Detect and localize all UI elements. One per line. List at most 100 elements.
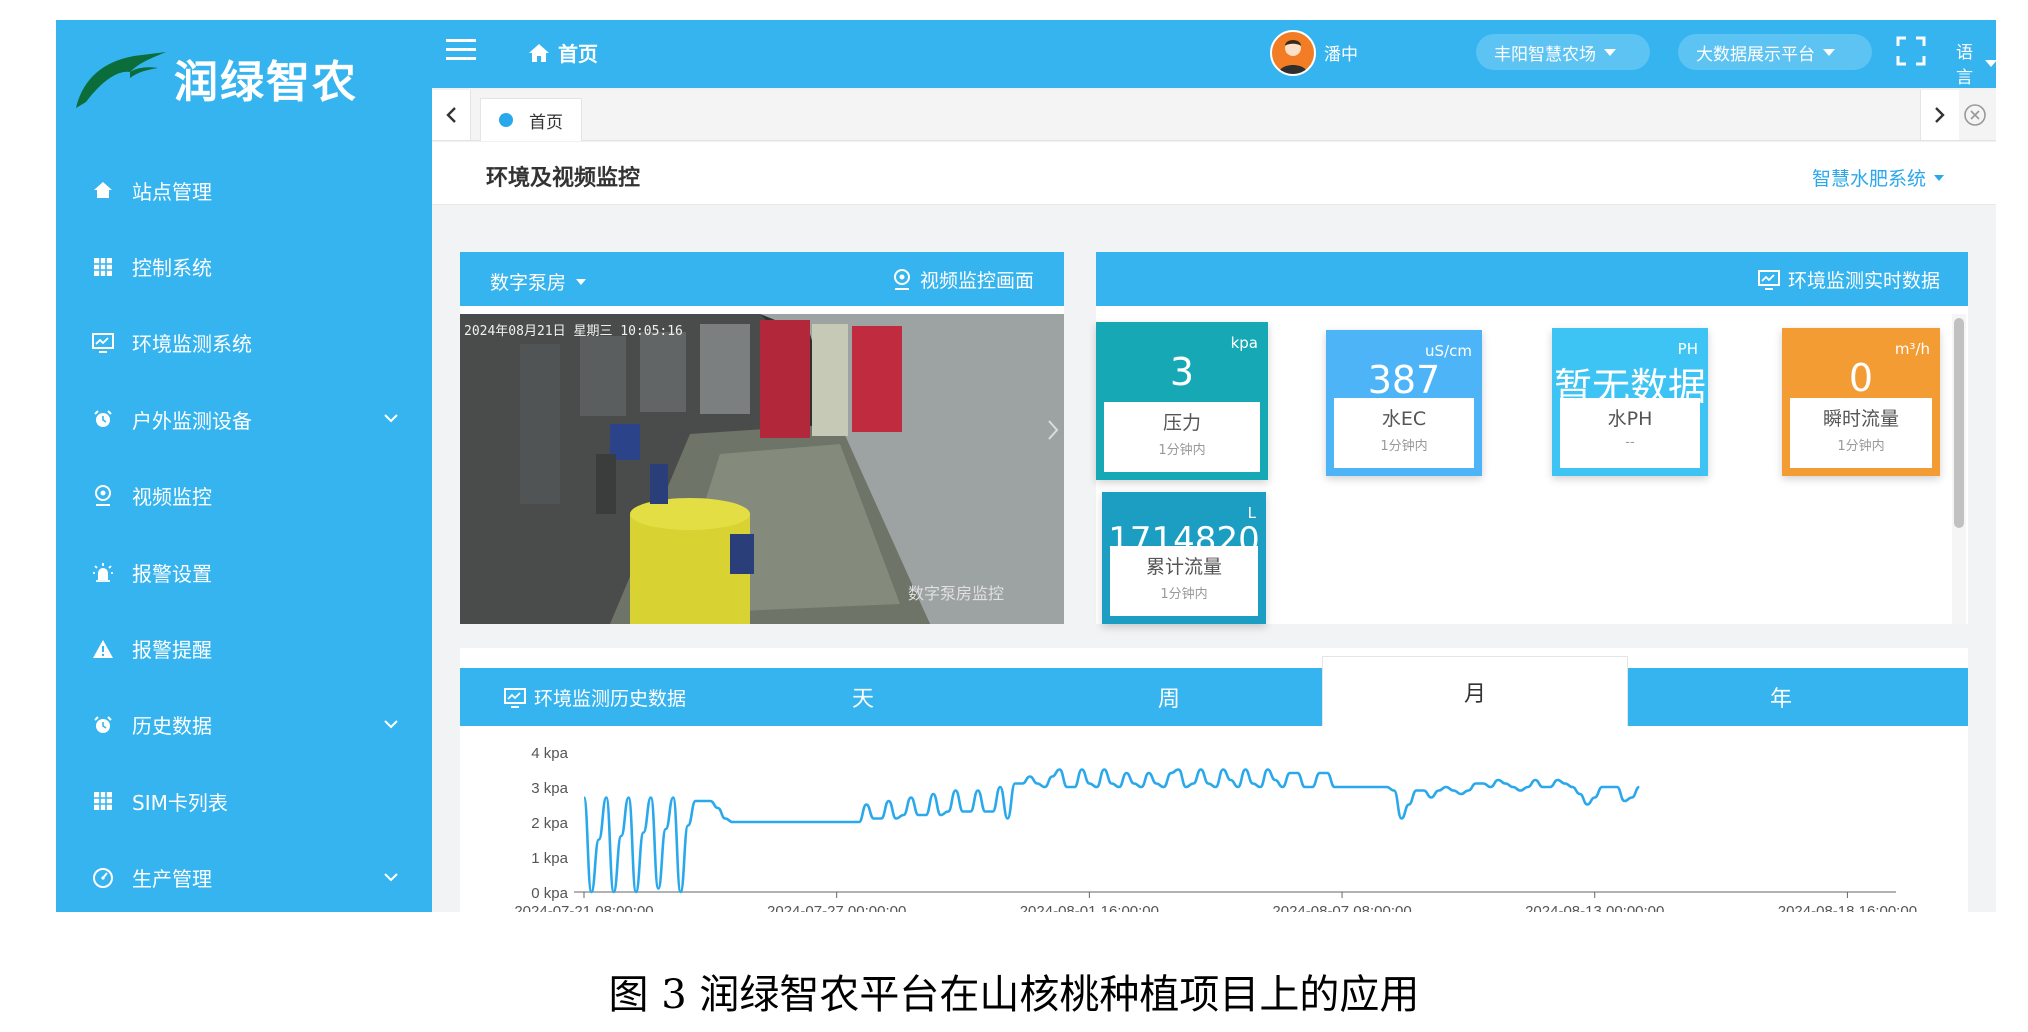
metric-subtext: 1分钟内	[1837, 439, 1885, 454]
metric-value: 0	[1848, 356, 1874, 400]
sidebar-item-label: 报警提醒	[132, 638, 212, 663]
video-monitor-label: 视频监控画面	[919, 270, 1034, 292]
sidebar-item-6[interactable]: 报警提醒	[56, 610, 432, 686]
home-breadcrumb[interactable]: 首页	[528, 38, 598, 67]
tab-label: 首页	[529, 112, 563, 133]
home-icon	[90, 177, 116, 203]
sidebar-item-label: 控制系统	[132, 256, 212, 281]
y-tick-label: 1 kpa	[531, 850, 568, 867]
chevron-down-icon	[384, 720, 398, 729]
app-frame: 润绿智农 站点管理控制系统环境监测系统户外监测设备 视频监控报警设置报警提醒历史数…	[56, 20, 1996, 912]
history-line-chart: 0 kpa 1 kpa 2 kpa 3 kpa 4 kpa 2024-07-21 08:0…	[514, 745, 1917, 912]
panel-header: 环境及视频监控 智慧水肥系统	[432, 142, 1996, 205]
farm-selector[interactable]: 丰阳智慧农场	[1476, 34, 1650, 70]
leaf-bird-logo-icon	[76, 52, 166, 108]
chevron-right-icon	[1935, 107, 1945, 123]
sidebar-item-label: 站点管理	[132, 179, 212, 204]
x-tick-label: 2024-07-27 00:00:00	[767, 903, 906, 912]
sidebar-item-label: 视频监控	[132, 485, 212, 510]
tab-home[interactable]: 首页	[480, 98, 582, 141]
caret-down-icon	[1985, 59, 1996, 67]
platform-selector[interactable]: 大数据展示平台	[1678, 34, 1872, 70]
figure-caption: 图 3 润绿智农平台在山核桃种植项目上的应用	[608, 972, 1420, 1018]
sidebar-item-8[interactable]: SIM卡列表	[56, 763, 432, 839]
fullscreen-icon[interactable]	[1896, 36, 1926, 66]
top-bar: 首页 潘中 丰阳智慧农场 大数据展示平台 语言	[432, 20, 1996, 88]
alarm-clock-icon	[90, 406, 116, 432]
tab-scroll-right-button[interactable]	[1920, 90, 1959, 140]
sidebar-item-7[interactable]: 历史数据	[56, 687, 432, 763]
avatar[interactable]	[1270, 30, 1316, 76]
sidebar-item-9[interactable]: 生产管理	[56, 840, 432, 912]
user-name[interactable]: 潘中	[1324, 40, 1358, 65]
x-tick-label: 2024-08-01 16:00:00	[1020, 903, 1159, 912]
sidebar-item-2[interactable]: 环境监测系统	[56, 305, 432, 381]
env-card-header: 环境监测实时数据	[1096, 252, 1968, 306]
pump-room-label: 数字泵房	[490, 272, 567, 294]
language-label: 语言	[1956, 43, 1973, 88]
pump-room-selector[interactable]: 数字泵房	[490, 268, 587, 295]
sidebar-item-label: 生产管理	[132, 867, 212, 892]
chevron-down-icon	[384, 872, 398, 881]
video-card: 数字泵房 视频监控画面 2024年08月21日 星期三 10:05:16 数字泵…	[460, 252, 1064, 624]
metric-value: 387	[1367, 358, 1441, 402]
history-title: 环境监测历史数据	[504, 684, 686, 711]
map-pin-icon	[90, 483, 116, 509]
sidebar-item-label: SIM卡列表	[132, 790, 228, 815]
gauge-icon	[90, 865, 116, 891]
period-tab-2[interactable]: 月	[1322, 656, 1628, 726]
metric-subtext: --	[1625, 435, 1635, 450]
sidebar-item-0[interactable]: 站点管理	[56, 152, 432, 228]
close-circle-icon[interactable]	[1962, 102, 1988, 128]
metric-tile-0: kpa 3 压力 1分钟内	[1096, 322, 1268, 480]
logo[interactable]: 润绿智农	[56, 20, 432, 130]
user-avatar-icon	[1278, 40, 1308, 74]
app-name: 润绿智农	[174, 57, 358, 108]
home-icon	[529, 43, 549, 62]
chevron-left-icon	[446, 107, 456, 123]
video-monitor-link[interactable]: 视频监控画面	[892, 266, 1034, 293]
env-realtime-card: 环境监测实时数据 kpa 3 压力 1分钟内 uS/cm 387 水EC 1分钟内 PH 暂无数据…	[1096, 252, 1968, 624]
camera-timestamp: 2024年08月21日 星期三 10:05:16	[464, 324, 683, 339]
siren-icon	[90, 559, 116, 585]
sidebar-item-3[interactable]: 户外监测设备	[56, 381, 432, 457]
metric-value: 3	[1169, 350, 1195, 394]
monitor-chart-icon	[1757, 269, 1780, 290]
period-tab-0[interactable]: 天	[710, 668, 1016, 726]
metric-subtext: 1分钟内	[1380, 439, 1428, 454]
tab-bar: 首页	[432, 90, 1996, 141]
y-tick-label: 3 kpa	[531, 780, 568, 797]
language-selector[interactable]: 语言	[1956, 38, 1996, 88]
caret-down-icon	[576, 278, 587, 285]
sidebar-item-5[interactable]: 报警设置	[56, 534, 432, 610]
farm-label: 丰阳智慧农场	[1494, 44, 1596, 65]
scrollbar-thumb[interactable]	[1954, 318, 1964, 528]
metric-tile-1: uS/cm 387 水EC 1分钟内	[1326, 330, 1482, 476]
x-tick-label: 2024-08-13 00:00:00	[1525, 903, 1664, 912]
map-pin-icon	[893, 268, 910, 290]
chevron-down-icon	[384, 414, 398, 423]
hamburger-menu-icon[interactable]	[446, 38, 476, 62]
home-label: 首页	[558, 42, 598, 66]
alarm-clock-icon	[90, 712, 116, 738]
monitor-chart-icon	[90, 330, 116, 356]
caret-down-icon	[1604, 48, 1616, 56]
chevron-right-icon[interactable]	[1046, 418, 1060, 442]
system-selector[interactable]: 智慧水肥系统	[1812, 164, 1944, 191]
period-tab-3[interactable]: 年	[1628, 668, 1934, 726]
page-title: 环境及视频监控	[486, 166, 641, 191]
metric-label: 压力	[1162, 412, 1201, 434]
sidebar-item-4[interactable]: 视频监控	[56, 458, 432, 534]
period-tab-1[interactable]: 周	[1016, 668, 1322, 726]
pressure-series-line	[582, 768, 1640, 894]
sidebar-item-label: 户外监测设备	[132, 408, 252, 433]
system-label: 智慧水肥系统	[1811, 168, 1926, 190]
warning-icon	[90, 636, 116, 662]
sidebar-item-1[interactable]: 控制系统	[56, 228, 432, 304]
video-card-header: 数字泵房 视频监控画面	[460, 252, 1064, 306]
camera-feed[interactable]: 2024年08月21日 星期三 10:05:16 数字泵房监控	[460, 314, 1064, 624]
history-title-text: 环境监测历史数据	[534, 688, 687, 710]
tab-scroll-left-button[interactable]	[432, 90, 471, 140]
sidebar-menu: 站点管理控制系统环境监测系统户外监测设备 视频监控报警设置报警提醒历史数据 SIM卡…	[56, 152, 432, 912]
content-panel: 环境及视频监控 智慧水肥系统 数字泵房 视频监控画面 2024年08月21日 星…	[432, 142, 1996, 912]
